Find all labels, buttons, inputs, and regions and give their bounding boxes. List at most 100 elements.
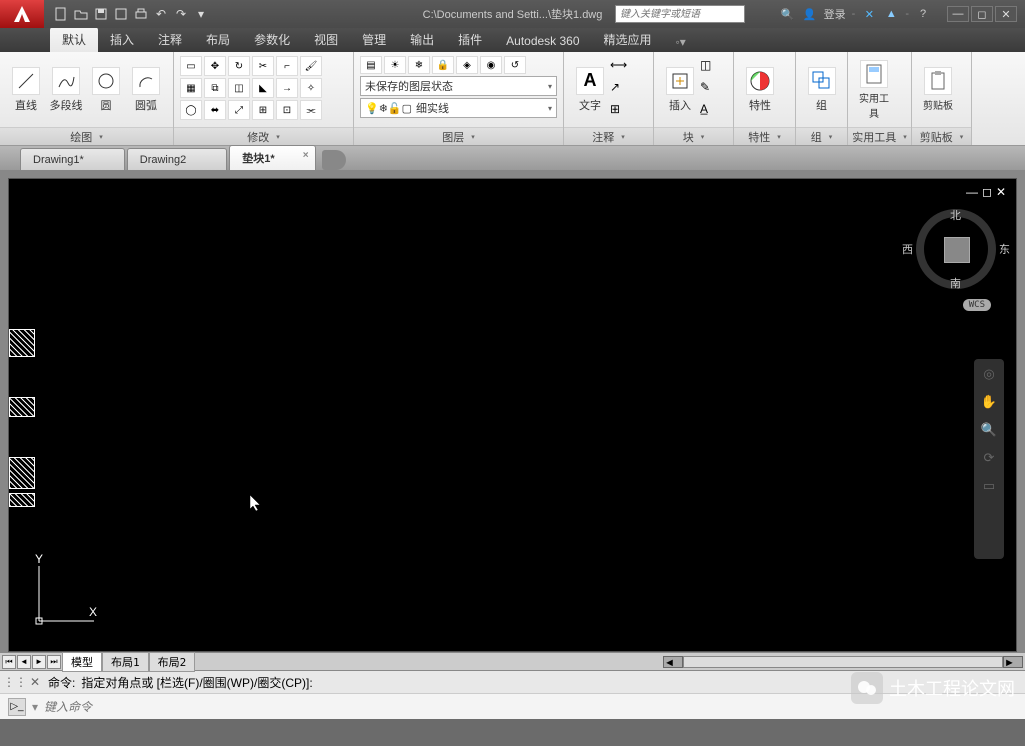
scale-icon[interactable]: ⤢ bbox=[228, 100, 250, 120]
panel-modify-label[interactable]: 修改 bbox=[174, 127, 353, 145]
redo-icon[interactable]: ↷ bbox=[172, 5, 190, 23]
viewcube-south[interactable]: 南 bbox=[950, 275, 961, 291]
linetype-combo[interactable]: 💡❄🔓▢细实线 bbox=[360, 98, 557, 118]
login-label[interactable]: 登录 bbox=[824, 6, 846, 22]
cmd-grip-icon[interactable]: ⋮⋮ bbox=[8, 675, 22, 689]
app-logo[interactable] bbox=[0, 0, 44, 28]
vp-close-icon[interactable]: ✕ bbox=[996, 185, 1006, 199]
tab-default[interactable]: 默认 bbox=[50, 27, 98, 52]
help-icon[interactable]: ? bbox=[915, 6, 931, 22]
layer-prev-icon[interactable]: ↺ bbox=[504, 56, 526, 74]
hatched-shape[interactable] bbox=[9, 493, 35, 507]
saveas-icon[interactable] bbox=[112, 5, 130, 23]
chamfer-icon[interactable]: ◣ bbox=[252, 78, 274, 98]
tab-manage[interactable]: 管理 bbox=[350, 27, 398, 52]
panel-prop-label[interactable]: 特性 bbox=[734, 127, 795, 145]
table-icon[interactable]: ⊞ bbox=[610, 102, 638, 122]
layer-off-icon[interactable]: ☀ bbox=[384, 56, 406, 74]
create-block-icon[interactable]: ◫ bbox=[700, 58, 724, 78]
line-button[interactable]: 直线 bbox=[6, 65, 46, 115]
tab-addins[interactable]: 插件 bbox=[446, 27, 494, 52]
viewcube[interactable]: 北 南 东 西 bbox=[916, 209, 996, 289]
layout-tab-2[interactable]: 布局2 bbox=[149, 652, 196, 672]
viewcube-west[interactable]: 西 bbox=[902, 241, 913, 257]
tab-insert[interactable]: 插入 bbox=[98, 27, 146, 52]
viewcube-east[interactable]: 东 bbox=[999, 241, 1010, 257]
circle-button[interactable]: 圆 bbox=[86, 65, 126, 115]
extend-icon[interactable]: → bbox=[276, 78, 298, 98]
nav-showmotion-icon[interactable]: ▭ bbox=[980, 477, 998, 495]
properties-button[interactable]: 特性 bbox=[740, 65, 780, 115]
attr-icon[interactable]: A̲ bbox=[700, 102, 724, 122]
edit-block-icon[interactable]: ✎ bbox=[700, 80, 724, 100]
leader-icon[interactable]: ↗ bbox=[610, 80, 638, 100]
hatched-shape[interactable] bbox=[9, 457, 35, 489]
layout-tab-model[interactable]: 模型 bbox=[62, 652, 102, 672]
group-button[interactable]: 组 bbox=[802, 65, 841, 115]
utilities-button[interactable]: 实用工具 bbox=[854, 58, 894, 122]
clipboard-button[interactable]: 剪贴板 bbox=[918, 65, 958, 114]
qat-dropdown-icon[interactable]: ▾ bbox=[192, 5, 210, 23]
ellipse-icon[interactable]: ◯ bbox=[180, 100, 202, 120]
hscroll-left[interactable]: ◄ bbox=[663, 656, 683, 668]
print-icon[interactable] bbox=[132, 5, 150, 23]
tab-layout[interactable]: 布局 bbox=[194, 27, 242, 52]
panel-util-label[interactable]: 实用工具 bbox=[848, 127, 911, 145]
insert-block-button[interactable]: 插入 bbox=[660, 65, 700, 115]
viewcube-north[interactable]: 北 bbox=[950, 207, 961, 223]
erase-icon[interactable]: 🖌 bbox=[300, 56, 322, 76]
a360-icon[interactable]: ▲ bbox=[883, 6, 899, 22]
new-icon[interactable] bbox=[52, 5, 70, 23]
help-search-input[interactable] bbox=[615, 5, 745, 23]
exchange-icon[interactable]: ✕ bbox=[861, 6, 877, 22]
layout-nav-last-icon[interactable]: ⏭ bbox=[47, 655, 61, 669]
nav-zoom-icon[interactable]: 🔍 bbox=[980, 421, 998, 439]
cmd-close-icon[interactable]: ✕ bbox=[28, 675, 42, 689]
offset-icon[interactable]: ⊡ bbox=[276, 100, 298, 120]
stretch-icon[interactable]: ⬌ bbox=[204, 100, 226, 120]
user-icon[interactable]: 👤 bbox=[802, 6, 818, 22]
tab-parametric[interactable]: 参数化 bbox=[242, 27, 302, 52]
panel-layer-label[interactable]: 图层 bbox=[354, 127, 563, 145]
tab-annotate[interactable]: 注释 bbox=[146, 27, 194, 52]
rect-icon[interactable]: ▭ bbox=[180, 56, 202, 76]
mirror-icon[interactable]: ◫ bbox=[228, 78, 250, 98]
wcs-label[interactable]: WCS bbox=[963, 299, 991, 311]
move-icon[interactable]: ✥ bbox=[204, 56, 226, 76]
text-button[interactable]: A文字 bbox=[570, 65, 610, 115]
join-icon[interactable]: ⫘ bbox=[300, 100, 322, 120]
hscroll-right[interactable]: ► bbox=[1003, 656, 1023, 668]
drawing-canvas[interactable]: — ◻ ✕ 北 南 东 西 WCS ◎ ✋ 🔍 ⟳ ▭ bbox=[8, 178, 1017, 652]
panel-annot-label[interactable]: 注释 bbox=[564, 127, 653, 145]
ribbon-more-icon[interactable]: ◦▾ bbox=[670, 32, 692, 52]
dim-linear-icon[interactable]: ⟷ bbox=[610, 58, 638, 78]
trim-icon[interactable]: ✂ bbox=[252, 56, 274, 76]
tab-output[interactable]: 输出 bbox=[398, 27, 446, 52]
new-doc-tab-button[interactable] bbox=[322, 150, 346, 170]
nav-pan-icon[interactable]: ✋ bbox=[980, 393, 998, 411]
layout-nav-first-icon[interactable]: ⏮ bbox=[2, 655, 16, 669]
nav-wheel-icon[interactable]: ◎ bbox=[980, 365, 998, 383]
fillet-icon[interactable]: ⌐ bbox=[276, 56, 298, 76]
vp-minimize-icon[interactable]: — bbox=[966, 185, 978, 199]
ucs-icon[interactable]: Y X bbox=[29, 561, 99, 631]
arc-button[interactable]: 圆弧 bbox=[126, 65, 166, 115]
close-tab-icon[interactable]: × bbox=[303, 150, 309, 161]
nav-orbit-icon[interactable]: ⟳ bbox=[980, 449, 998, 467]
layout-tab-1[interactable]: 布局1 bbox=[102, 652, 149, 672]
hatch-icon[interactable]: ▦ bbox=[180, 78, 202, 98]
polyline-button[interactable]: 多段线 bbox=[46, 65, 86, 115]
doc-tab-3[interactable]: 垫块1*× bbox=[229, 145, 315, 170]
copy-icon[interactable]: ⧉ bbox=[204, 78, 226, 98]
hatched-shape[interactable] bbox=[9, 397, 35, 417]
panel-group-label[interactable]: 组 bbox=[796, 127, 847, 145]
open-icon[interactable] bbox=[72, 5, 90, 23]
undo-icon[interactable]: ↶ bbox=[152, 5, 170, 23]
doc-tab-2[interactable]: Drawing2 bbox=[127, 148, 227, 170]
close-button[interactable]: ✕ bbox=[995, 6, 1017, 22]
layer-state-combo[interactable]: 未保存的图层状态 bbox=[360, 76, 557, 96]
array-icon[interactable]: ⊞ bbox=[252, 100, 274, 120]
maximize-button[interactable]: ◻ bbox=[971, 6, 993, 22]
hatched-shape[interactable] bbox=[9, 329, 35, 357]
tab-view[interactable]: 视图 bbox=[302, 27, 350, 52]
